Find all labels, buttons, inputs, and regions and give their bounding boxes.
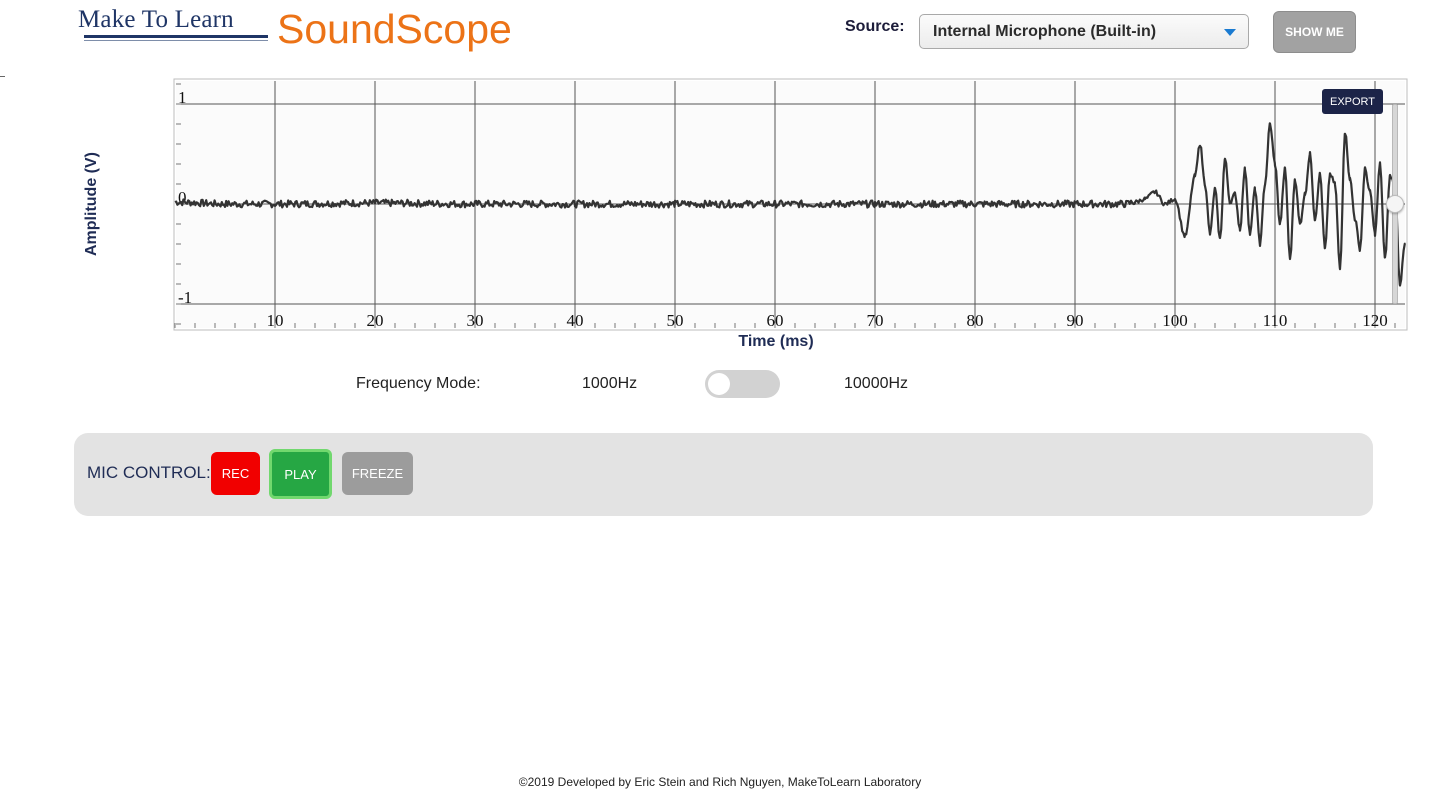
- frequency-low-label: 1000Hz: [582, 375, 638, 392]
- amplitude-slider-thumb[interactable]: [1386, 195, 1404, 213]
- x-tick-label: 90: [1067, 311, 1084, 330]
- x-tick-label: 40: [567, 311, 584, 330]
- frequency-mode-label: Frequency Mode:: [356, 375, 481, 392]
- x-tick-label: 50: [667, 311, 684, 330]
- footer-credit: ©2019 Developed by Eric Stein and Rich N…: [518, 775, 922, 789]
- export-button[interactable]: EXPORT: [1322, 89, 1383, 114]
- play-button[interactable]: PLAY: [269, 449, 332, 499]
- frequency-toggle[interactable]: [705, 370, 780, 398]
- oscilloscope-chart: 10 20 30 40 50 60 70 80 90 100 110 12010-1: [173, 78, 1408, 331]
- toggle-knob: [708, 373, 730, 395]
- x-tick-label: 120: [1362, 311, 1388, 330]
- x-tick-label: 60: [767, 311, 784, 330]
- x-tick-label: 20: [367, 311, 384, 330]
- x-tick-label: 30: [467, 311, 484, 330]
- freeze-button[interactable]: FREEZE: [342, 452, 413, 495]
- frequency-high-label: 10000Hz: [844, 375, 909, 392]
- x-tick-label: 100: [1162, 311, 1188, 330]
- x-tick-label: 70: [867, 311, 884, 330]
- rec-button[interactable]: REC: [211, 452, 260, 495]
- y-tick-label: 1: [178, 88, 187, 107]
- y-tick-label: -1: [178, 288, 192, 307]
- mic-control-label: MIC CONTROL:: [87, 463, 211, 482]
- x-tick-label: 10: [267, 311, 284, 330]
- x-axis-title: Time (ms): [738, 333, 814, 350]
- y-axis-title: Amplitude (V): [83, 152, 100, 256]
- x-tick-label: 110: [1263, 311, 1288, 330]
- x-tick-label: 80: [967, 311, 984, 330]
